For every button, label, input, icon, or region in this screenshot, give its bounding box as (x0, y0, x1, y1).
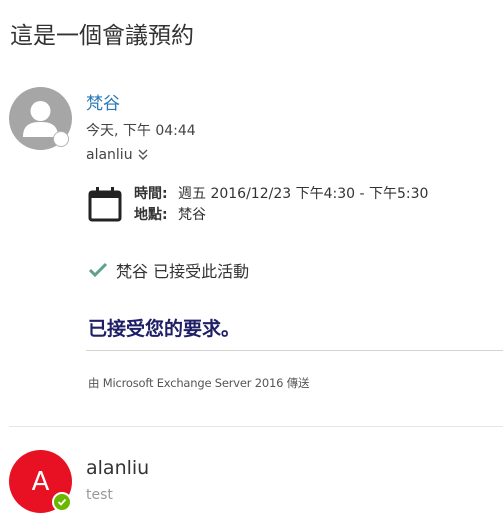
message-preview[interactable]: test (86, 485, 113, 505)
recipients-line[interactable]: alanliu (86, 145, 149, 165)
sent-timestamp: 今天, 下午 04:44 (86, 123, 196, 139)
message-divider (9, 426, 503, 427)
meeting-time-value: 週五 2016/12/23 下午4:30 - 下午5:30 (178, 186, 429, 202)
presence-available-icon (52, 492, 72, 512)
presence-check-icon (57, 498, 67, 506)
body-separator (86, 350, 503, 351)
message-sender-name[interactable]: alanliu (86, 455, 149, 481)
meeting-time-row: 時間: 週五 2016/12/23 下午4:30 - 下午5:30 (134, 184, 428, 205)
response-status-text: 梵谷 已接受此活動 (116, 262, 250, 281)
response-status: 梵谷 已接受此活動 (88, 258, 249, 282)
meeting-location-label: 地點: (134, 207, 168, 223)
message-body: 已接受您的要求。 (88, 318, 241, 340)
sent-via-footer: 由 Microsoft Exchange Server 2016 傳送 (88, 376, 310, 390)
meeting-time-label: 時間: (134, 186, 168, 202)
presence-unknown-icon (53, 131, 69, 147)
meeting-location-row: 地點: 梵谷 (134, 205, 428, 226)
meeting-details: 時間: 週五 2016/12/23 下午4:30 - 下午5:30 地點: 梵谷 (134, 184, 428, 226)
sender-name[interactable]: 梵谷 (86, 92, 120, 116)
recipient-name[interactable]: alanliu (86, 145, 133, 165)
expand-recipients-icon[interactable] (137, 148, 149, 162)
meeting-location-value: 梵谷 (178, 207, 206, 223)
checkmark-icon (88, 262, 108, 278)
conversation-subject: 這是一個會議預約 (10, 23, 194, 49)
calendar-icon (88, 187, 122, 222)
